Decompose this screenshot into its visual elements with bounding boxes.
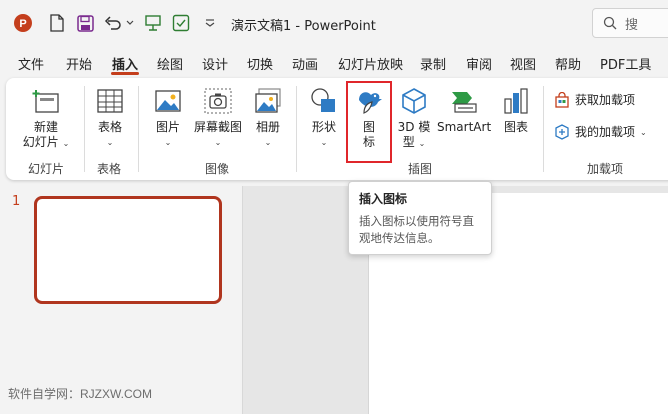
save-icon[interactable] [74,12,96,34]
slide-thumbnail[interactable] [34,196,222,304]
table-icon [97,89,123,113]
new-slide-label-line2: 幻灯片 [22,135,59,149]
ribbon-tabs: 文件 开始 插入 绘图 设计 切换 动画 幻灯片放映 录制 审阅 视图 帮助 P… [0,50,668,76]
get-addins-label: 获取加载项 [575,92,636,107]
chart-label: 图表 [503,120,528,134]
svg-text:P: P [19,18,26,30]
chart-button[interactable]: 图表 [496,86,536,135]
chevron-down-icon: ⌄ [264,138,272,147]
new-slide-button[interactable]: 新建 幻灯片 ⌄ [20,86,72,151]
document-name: 演示文稿1 [231,19,292,34]
group-label-addins: 加载项 [587,162,624,176]
screenshot-label: 屏幕截图 [193,120,242,134]
search-box[interactable]: 搜 [592,8,668,38]
icons-button-highlight-box [346,81,392,163]
my-addins-label: 我的加载项 [575,124,636,139]
photo-album-button[interactable]: 相册 ⌄ [248,86,288,150]
tooltip-body: 插入图标以使用符号直观地传达信息。 [359,214,474,245]
tab-record[interactable]: 录制 [420,54,446,73]
new-document-icon[interactable] [46,12,68,34]
smartart-button[interactable]: SmartArt [437,86,491,135]
photo-album-label: 相册 [255,120,280,134]
group-divider [543,86,544,172]
table-button[interactable]: 表格 ⌄ [90,86,130,150]
group-label-illustrations: 插图 [408,162,433,176]
search-placeholder: 搜 [625,17,639,33]
tab-home[interactable]: 开始 [66,54,92,73]
tab-file[interactable]: 文件 [18,54,44,73]
icons-tooltip: 插入图标 插入图标以使用符号直观地传达信息。 [348,181,492,255]
tab-view[interactable]: 视图 [510,54,536,73]
group-label-images: 图像 [205,162,230,176]
group-label-slides: 幻灯片 [28,162,65,176]
tab-slideshow[interactable]: 幻灯片放映 [338,54,403,73]
tab-help[interactable]: 帮助 [555,54,581,73]
3d-models-label-line1: 3D 模 [397,120,431,134]
tab-transitions[interactable]: 切换 [247,54,273,73]
undo-icon[interactable] [102,12,124,34]
tab-animations[interactable]: 动画 [292,54,318,73]
title-separator: - [295,19,305,34]
shapes-label: 形状 [311,120,336,134]
store-bag-icon [555,92,569,108]
smartart-icon [452,92,477,113]
tab-review[interactable]: 审阅 [466,54,492,73]
new-slide-icon [32,90,59,113]
tooltip-title: 插入图标 [359,192,408,206]
get-addins-button[interactable]: 获取加载项 [554,92,664,108]
tab-draw[interactable]: 绘图 [157,54,183,73]
shapes-button[interactable]: 形状 ⌄ [304,86,344,150]
undo-dropdown-chevron-down-icon[interactable] [124,12,136,34]
chevron-down-icon: ⌄ [106,138,114,147]
group-divider [138,86,139,172]
smartart-label: SmartArt [437,120,492,134]
start-from-beginning-icon[interactable] [142,12,164,34]
screenshot-icon [204,88,232,114]
photo-album-icon [255,88,281,113]
tab-design[interactable]: 设计 [202,54,228,73]
new-slide-label-line1: 新建 [33,120,58,134]
table-label: 表格 [97,120,122,134]
app-name: PowerPoint [304,19,376,34]
document-title: 演示文稿1 - PowerPoint [231,15,376,34]
customize-qat-chevron-down-icon[interactable] [203,12,217,34]
search-icon [603,16,617,30]
chart-icon [504,88,528,114]
screenshot-button[interactable]: 屏幕截图 ⌄ [192,86,244,150]
chevron-down-icon: ⌄ [62,139,70,148]
chevron-down-icon: ⌄ [320,138,328,147]
my-addins-icon [555,124,569,140]
3d-models-button[interactable]: 3D 模 型 ⌄ [394,86,434,151]
active-tab-underline [111,72,139,75]
powerpoint-logo-icon: P [12,12,34,34]
group-label-tables: 表格 [97,162,122,176]
shapes-icon [311,88,335,112]
group-divider [84,86,85,172]
watermark-text: 软件自学网：RJZXW.COM [8,387,152,401]
touch-mode-icon[interactable] [170,12,192,34]
chevron-down-icon: ⌄ [164,138,172,147]
chevron-down-icon: ⌄ [640,127,647,137]
tab-insert[interactable]: 插入 [112,54,138,73]
tab-pdf-tools[interactable]: PDF工具 [600,54,651,73]
3d-model-cube-icon [402,88,426,114]
chevron-down-icon: ⌄ [418,139,426,148]
3d-models-label-line2: 型 [402,135,415,149]
picture-label: 图片 [155,120,180,134]
chevron-down-icon: ⌄ [214,138,222,147]
picture-icon [155,90,181,112]
my-addins-button[interactable]: 我的加载项 ⌄ [554,124,668,140]
group-divider [296,86,297,172]
picture-button[interactable]: 图片 ⌄ [148,86,188,150]
slide-number: 1 [12,194,21,209]
